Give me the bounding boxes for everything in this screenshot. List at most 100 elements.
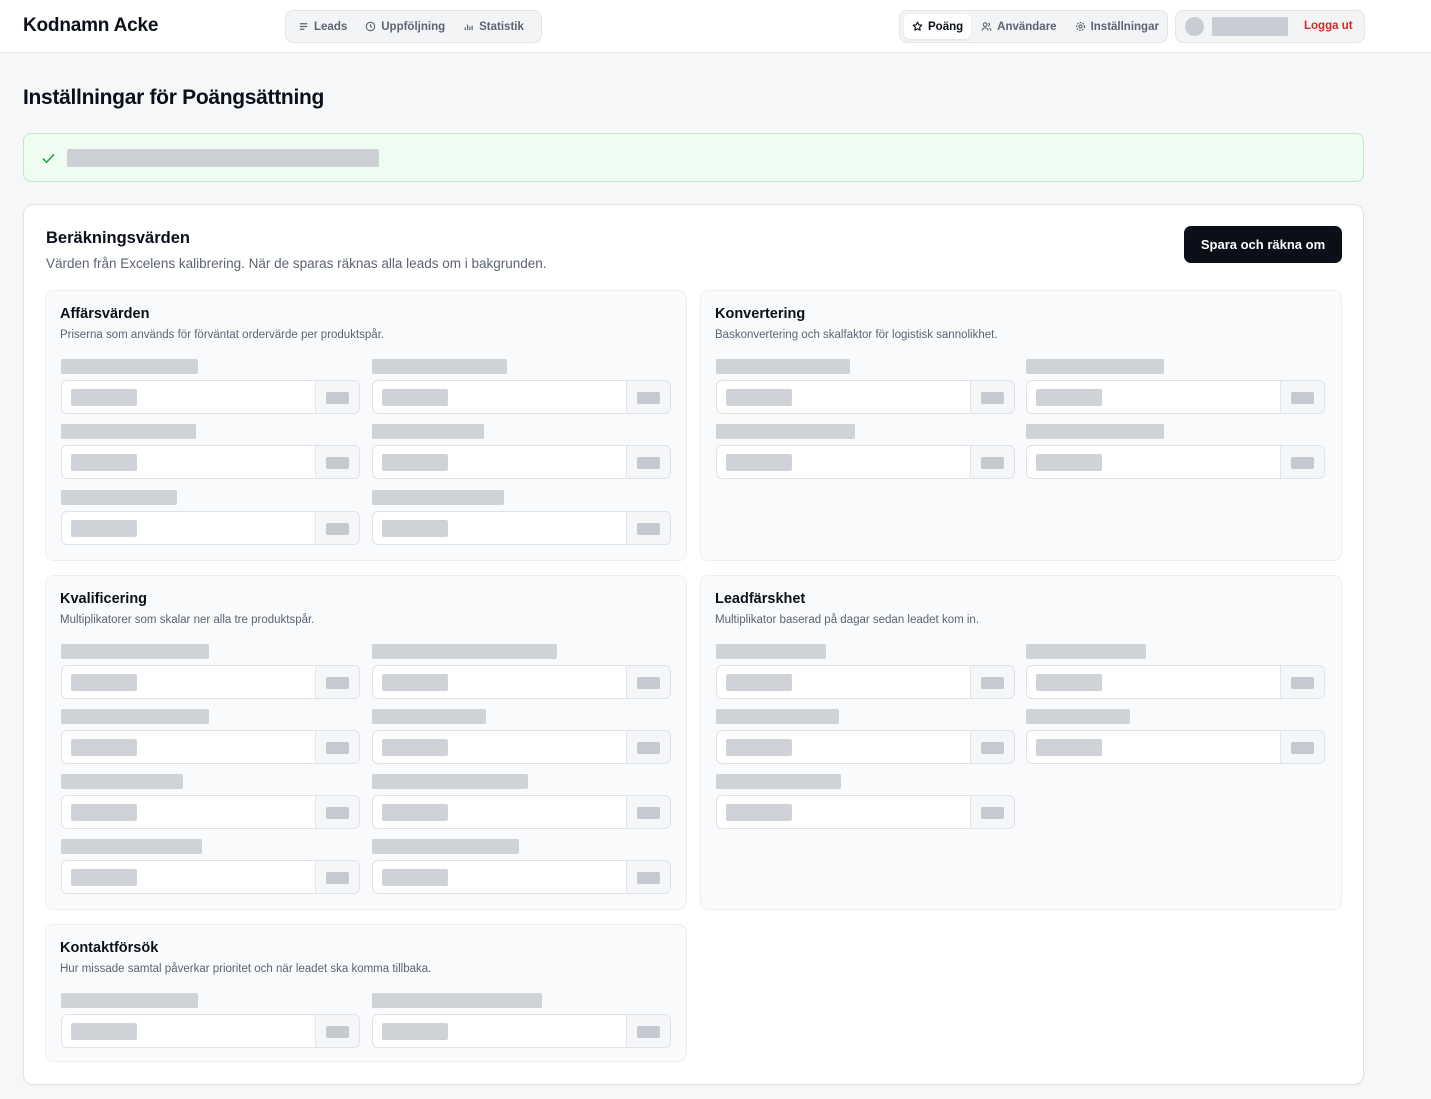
unit-suffix — [315, 446, 359, 478]
top-bar: Kodnamn Acke Leads Uppföljning Statistik… — [0, 0, 1431, 53]
unit-suffix — [970, 731, 1014, 763]
input-value-redacted — [726, 739, 792, 756]
field-label-redacted — [372, 424, 484, 439]
number-input[interactable] — [61, 511, 360, 545]
number-input[interactable] — [1026, 730, 1325, 764]
main-nav: Leads Uppföljning Statistik — [285, 10, 542, 43]
brand-name[interactable]: Kodnamn Acke — [23, 15, 158, 37]
nav-item-label: Poäng — [928, 20, 964, 33]
unit-suffix — [626, 1015, 670, 1047]
section-title: Kontaktförsök — [60, 940, 159, 956]
unit-suffix — [626, 861, 670, 893]
field-label-redacted — [372, 774, 528, 789]
section-title: Leadfärskhet — [715, 591, 806, 607]
number-input[interactable] — [61, 730, 360, 764]
unit-suffix — [970, 666, 1014, 698]
number-input[interactable] — [372, 380, 671, 414]
field-label-redacted — [61, 774, 183, 789]
input-value-redacted — [382, 739, 448, 756]
field-label-redacted — [61, 490, 177, 505]
number-input[interactable] — [716, 665, 1015, 699]
number-input[interactable] — [1026, 380, 1325, 414]
input-value-redacted — [382, 1023, 448, 1040]
unit-suffix — [315, 1015, 359, 1047]
unit-suffix — [1280, 446, 1324, 478]
number-input[interactable] — [61, 665, 360, 699]
number-input[interactable] — [372, 1014, 671, 1048]
section-affarsvarden: Affärsvärden Priserna som används för fö… — [45, 290, 687, 561]
nav-item-label: Leads — [314, 20, 348, 33]
number-input[interactable] — [61, 445, 360, 479]
input-value-redacted — [71, 520, 137, 537]
save-and-recalculate-button[interactable]: Spara och räkna om — [1184, 226, 1342, 263]
unit-suffix — [315, 512, 359, 544]
number-input[interactable] — [1026, 445, 1325, 479]
nav-item-installningar[interactable]: Inställningar — [1067, 14, 1167, 39]
input-value-redacted — [71, 389, 137, 406]
input-value-redacted — [1036, 454, 1102, 471]
section-subtitle: Priserna som används för förväntat order… — [60, 329, 385, 341]
input-value-redacted — [382, 520, 448, 537]
bar-chart-icon — [464, 24, 473, 31]
logout-button[interactable]: Logga ut — [1304, 20, 1353, 32]
user-menu: Logga ut — [1175, 10, 1365, 43]
nav-item-statistik[interactable]: Statistik — [455, 14, 532, 39]
number-input[interactable] — [372, 511, 671, 545]
field-label-redacted — [1026, 644, 1146, 659]
number-input[interactable] — [61, 795, 360, 829]
unit-suffix — [626, 796, 670, 828]
star-icon — [912, 21, 923, 31]
input-value-redacted — [382, 389, 448, 406]
input-value-redacted — [1036, 739, 1102, 756]
number-input[interactable] — [61, 1014, 360, 1048]
number-input[interactable] — [716, 445, 1015, 479]
field-label-redacted — [1026, 359, 1164, 374]
input-value-redacted — [71, 869, 137, 886]
input-value-redacted — [726, 674, 792, 691]
input-value-redacted — [71, 674, 137, 691]
nav-item-anvandare[interactable]: Användare — [973, 14, 1064, 39]
section-leadfarskhet: Leadfärskhet Multiplikator baserad på da… — [700, 575, 1342, 910]
unit-suffix — [315, 861, 359, 893]
number-input[interactable] — [61, 860, 360, 894]
input-value-redacted — [726, 804, 792, 821]
card-subtitle: Värden från Excelens kalibrering. När de… — [46, 256, 547, 271]
unit-suffix — [315, 796, 359, 828]
input-value-redacted — [382, 804, 448, 821]
unit-suffix — [1280, 731, 1324, 763]
unit-suffix — [1280, 381, 1324, 413]
unit-suffix — [626, 731, 670, 763]
section-subtitle: Baskonvertering och skalfaktor för logis… — [715, 329, 998, 341]
section-subtitle: Multiplikator baserad på dagar sedan lea… — [715, 614, 980, 626]
section-subtitle: Multiplikatorer som skalar ner alla tre … — [60, 614, 315, 626]
nav-item-uppfoljning[interactable]: Uppföljning — [357, 14, 453, 39]
number-input[interactable] — [716, 380, 1015, 414]
input-value-redacted — [726, 454, 792, 471]
field-label-redacted — [372, 709, 486, 724]
field-label-redacted — [1026, 709, 1130, 724]
input-value-redacted — [1036, 674, 1102, 691]
unit-suffix — [626, 512, 670, 544]
section-konvertering: Konvertering Baskonvertering och skalfak… — [700, 290, 1342, 561]
number-input[interactable] — [716, 730, 1015, 764]
field-label-redacted — [61, 839, 202, 854]
number-input[interactable] — [372, 795, 671, 829]
field-label-redacted — [716, 644, 826, 659]
field-label-redacted — [372, 839, 519, 854]
number-input[interactable] — [372, 445, 671, 479]
number-input[interactable] — [61, 380, 360, 414]
number-input[interactable] — [372, 730, 671, 764]
avatar[interactable] — [1185, 17, 1204, 36]
nav-item-poang[interactable]: Poäng — [904, 14, 972, 39]
unit-suffix — [970, 796, 1014, 828]
unit-suffix — [970, 381, 1014, 413]
number-input[interactable] — [372, 860, 671, 894]
number-input[interactable] — [1026, 665, 1325, 699]
list-icon — [299, 23, 308, 30]
input-value-redacted — [71, 1023, 137, 1040]
field-label-redacted — [61, 644, 209, 659]
number-input[interactable] — [716, 795, 1015, 829]
nav-item-leads[interactable]: Leads — [290, 14, 355, 39]
input-value-redacted — [382, 869, 448, 886]
number-input[interactable] — [372, 665, 671, 699]
